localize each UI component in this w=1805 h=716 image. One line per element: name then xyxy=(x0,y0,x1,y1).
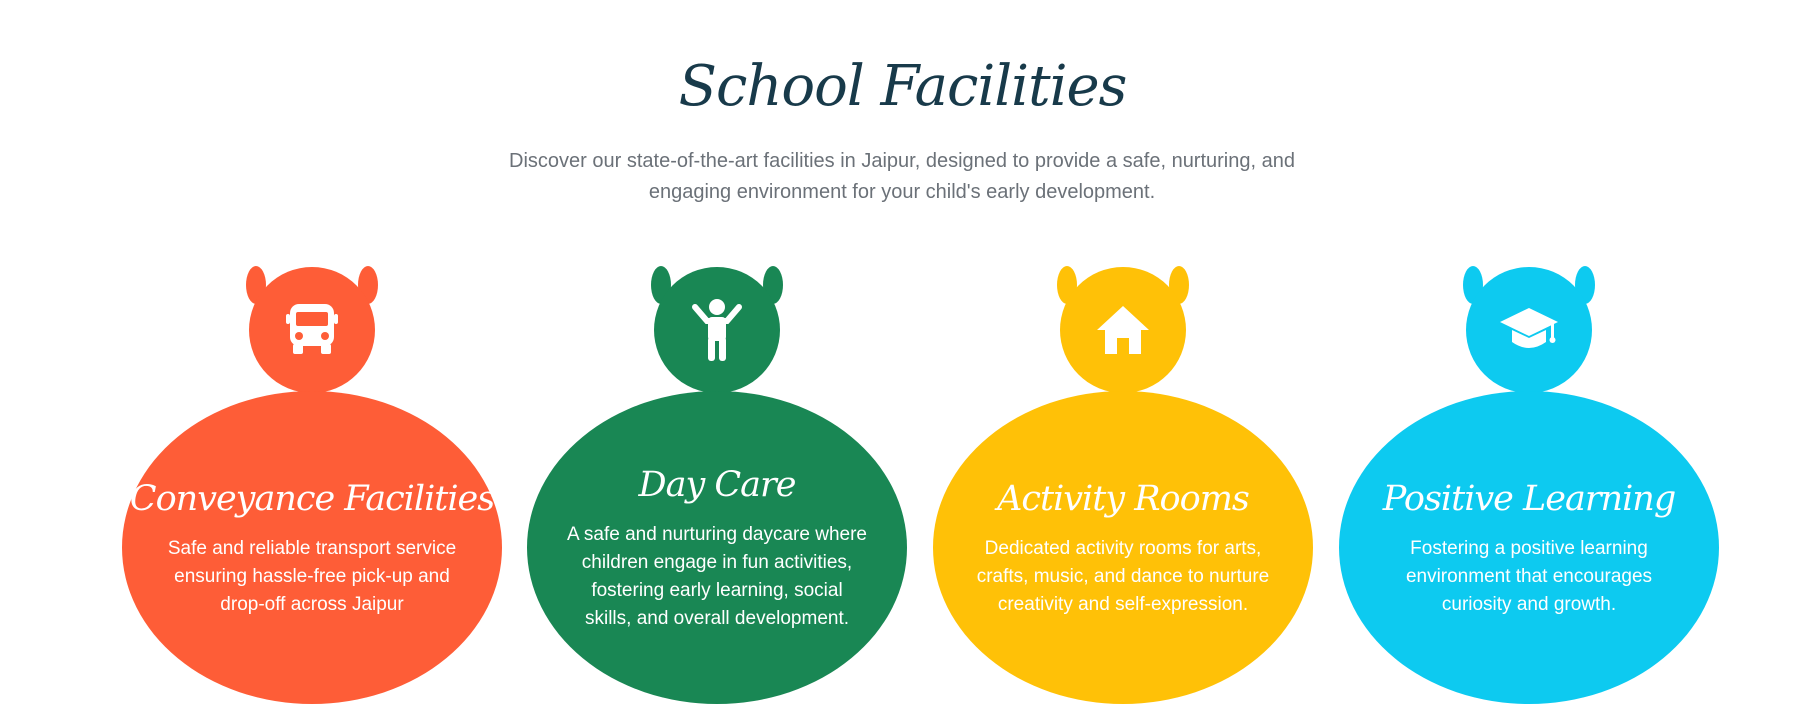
icon-circle xyxy=(1466,267,1592,393)
card-bubble: Positive Learning Fostering a positive l… xyxy=(1339,391,1719,704)
section-subtitle: Discover our state-of-the-art facilities… xyxy=(509,150,1295,203)
card-bubble: Conveyance Facilities Safe and reliable … xyxy=(122,391,502,704)
card-description: A safe and nurturing daycare where child… xyxy=(567,523,867,629)
facility-card-activity-rooms: Activity Rooms Dedicated activity rooms … xyxy=(933,262,1313,706)
card-description: Safe and reliable transport service ensu… xyxy=(167,537,457,615)
icon-circle xyxy=(654,267,780,393)
facility-card-daycare: Day Care A safe and nurturing daycare wh… xyxy=(527,262,907,706)
graduation-cap-icon xyxy=(1500,308,1558,348)
child-icon xyxy=(692,299,742,361)
icon-circle xyxy=(1060,267,1186,393)
card-title: Day Care xyxy=(638,464,797,505)
facility-card-conveyance: Conveyance Facilities Safe and reliable … xyxy=(122,262,502,706)
section-title: School Facilities xyxy=(678,54,1128,119)
card-bubble: Activity Rooms Dedicated activity rooms … xyxy=(933,391,1313,704)
bus-icon xyxy=(286,304,338,354)
home-icon xyxy=(1097,306,1149,354)
card-bubble: Day Care A safe and nurturing daycare wh… xyxy=(527,391,907,704)
card-title: Conveyance Facilities xyxy=(129,478,495,519)
card-description: Dedicated activity rooms for arts, craft… xyxy=(976,537,1270,615)
card-title: Activity Rooms xyxy=(997,478,1250,519)
icon-circle xyxy=(249,267,375,393)
card-title: Positive Learning xyxy=(1382,478,1676,519)
card-description: Fostering a positive learning environmen… xyxy=(1405,537,1653,615)
facility-card-positive-learning: Positive Learning Fostering a positive l… xyxy=(1339,262,1719,706)
